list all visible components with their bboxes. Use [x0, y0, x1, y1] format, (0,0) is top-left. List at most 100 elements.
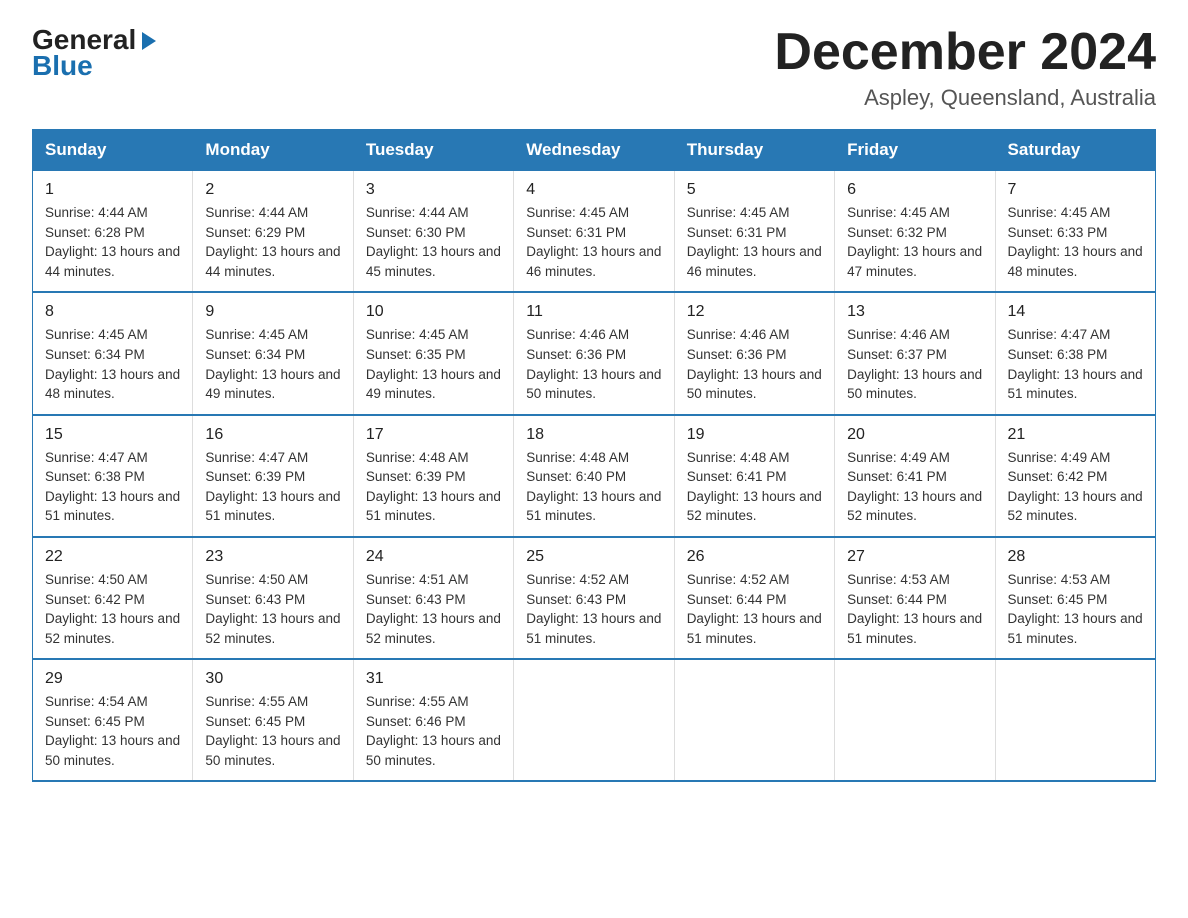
day-number: 10	[366, 303, 503, 321]
day-number: 21	[1008, 426, 1145, 444]
day-cell: 18Sunrise: 4:48 AMSunset: 6:40 PMDayligh…	[514, 415, 674, 537]
day-cell: 13 Sunrise: 4:46 AMSunset: 6:37 PMDayligh…	[835, 292, 995, 414]
day-info: Sunrise: 4:47 AMSunset: 6:38 PMDaylight:…	[45, 450, 180, 524]
day-number: 30	[205, 670, 342, 688]
header-cell-sunday: Sunday	[33, 130, 193, 171]
header-cell-tuesday: Tuesday	[353, 130, 513, 171]
day-info: Sunrise: 4:51 AMSunset: 6:43 PMDaylight:…	[366, 572, 501, 646]
day-cell: 19 Sunrise: 4:48 AMSunset: 6:41 PMDayligh…	[674, 415, 834, 537]
day-info: Sunrise: 4:48 AMSunset: 6:41 PMDaylight:…	[687, 450, 822, 524]
day-cell: 29 Sunrise: 4:54 AMSunset: 6:45 PMDayligh…	[33, 659, 193, 781]
day-number: 11	[526, 303, 663, 321]
calendar-body: 1 Sunrise: 4:44 AMSunset: 6:28 PMDaylight…	[33, 171, 1156, 782]
day-number: 2	[205, 181, 342, 199]
day-info: Sunrise: 4:45 AMSunset: 6:34 PMDaylight:…	[205, 327, 340, 401]
day-cell: 28Sunrise: 4:53 AMSunset: 6:45 PMDayligh…	[995, 537, 1155, 659]
day-info: Sunrise: 4:54 AMSunset: 6:45 PMDaylight:…	[45, 694, 180, 768]
week-row-1: 1 Sunrise: 4:44 AMSunset: 6:28 PMDaylight…	[33, 171, 1156, 293]
day-info: Sunrise: 4:45 AMSunset: 6:34 PMDaylight:…	[45, 327, 180, 401]
day-info: Sunrise: 4:52 AMSunset: 6:44 PMDaylight:…	[687, 572, 822, 646]
day-cell: 4Sunrise: 4:45 AMSunset: 6:31 PMDaylight…	[514, 171, 674, 293]
day-cell: 11Sunrise: 4:46 AMSunset: 6:36 PMDayligh…	[514, 292, 674, 414]
day-info: Sunrise: 4:46 AMSunset: 6:37 PMDaylight:…	[847, 327, 982, 401]
day-info: Sunrise: 4:48 AMSunset: 6:40 PMDaylight:…	[526, 450, 661, 524]
day-cell: 17Sunrise: 4:48 AMSunset: 6:39 PMDayligh…	[353, 415, 513, 537]
calendar-table: SundayMondayTuesdayWednesdayThursdayFrid…	[32, 129, 1156, 782]
day-number: 31	[366, 670, 503, 688]
month-title: December 2024	[774, 24, 1156, 81]
day-number: 6	[847, 181, 984, 199]
day-info: Sunrise: 4:55 AMSunset: 6:46 PMDaylight:…	[366, 694, 501, 768]
header: General Blue December 2024 Aspley, Queen…	[32, 24, 1156, 111]
day-cell: 2 Sunrise: 4:44 AMSunset: 6:29 PMDaylight…	[193, 171, 353, 293]
day-number: 29	[45, 670, 182, 688]
day-info: Sunrise: 4:53 AMSunset: 6:45 PMDaylight:…	[1008, 572, 1143, 646]
day-cell: 12Sunrise: 4:46 AMSunset: 6:36 PMDayligh…	[674, 292, 834, 414]
day-number: 5	[687, 181, 824, 199]
day-number: 7	[1008, 181, 1145, 199]
day-info: Sunrise: 4:50 AMSunset: 6:42 PMDaylight:…	[45, 572, 180, 646]
day-number: 24	[366, 548, 503, 566]
day-info: Sunrise: 4:49 AMSunset: 6:41 PMDaylight:…	[847, 450, 982, 524]
header-cell-friday: Friday	[835, 130, 995, 171]
day-cell: 25Sunrise: 4:52 AMSunset: 6:43 PMDayligh…	[514, 537, 674, 659]
header-cell-monday: Monday	[193, 130, 353, 171]
day-number: 26	[687, 548, 824, 566]
day-number: 14	[1008, 303, 1145, 321]
day-info: Sunrise: 4:45 AMSunset: 6:35 PMDaylight:…	[366, 327, 501, 401]
day-cell: 21Sunrise: 4:49 AMSunset: 6:42 PMDayligh…	[995, 415, 1155, 537]
day-cell	[835, 659, 995, 781]
day-number: 20	[847, 426, 984, 444]
day-cell: 9 Sunrise: 4:45 AMSunset: 6:34 PMDaylight…	[193, 292, 353, 414]
day-cell: 20 Sunrise: 4:49 AMSunset: 6:41 PMDayligh…	[835, 415, 995, 537]
day-cell: 5 Sunrise: 4:45 AMSunset: 6:31 PMDaylight…	[674, 171, 834, 293]
day-number: 9	[205, 303, 342, 321]
day-info: Sunrise: 4:44 AMSunset: 6:29 PMDaylight:…	[205, 205, 340, 279]
day-cell: 7 Sunrise: 4:45 AMSunset: 6:33 PMDaylight…	[995, 171, 1155, 293]
day-info: Sunrise: 4:45 AMSunset: 6:32 PMDaylight:…	[847, 205, 982, 279]
day-cell: 3 Sunrise: 4:44 AMSunset: 6:30 PMDaylight…	[353, 171, 513, 293]
day-cell	[514, 659, 674, 781]
day-cell: 30 Sunrise: 4:55 AMSunset: 6:45 PMDayligh…	[193, 659, 353, 781]
day-cell: 27 Sunrise: 4:53 AMSunset: 6:44 PMDayligh…	[835, 537, 995, 659]
location-title: Aspley, Queensland, Australia	[774, 85, 1156, 111]
day-info: Sunrise: 4:53 AMSunset: 6:44 PMDaylight:…	[847, 572, 982, 646]
day-info: Sunrise: 4:46 AMSunset: 6:36 PMDaylight:…	[687, 327, 822, 401]
day-number: 17	[366, 426, 503, 444]
day-cell	[674, 659, 834, 781]
title-area: December 2024 Aspley, Queensland, Austra…	[774, 24, 1156, 111]
header-cell-saturday: Saturday	[995, 130, 1155, 171]
day-number: 27	[847, 548, 984, 566]
day-cell: 15 Sunrise: 4:47 AMSunset: 6:38 PMDayligh…	[33, 415, 193, 537]
day-info: Sunrise: 4:47 AMSunset: 6:38 PMDaylight:…	[1008, 327, 1143, 401]
day-number: 25	[526, 548, 663, 566]
day-number: 22	[45, 548, 182, 566]
day-number: 8	[45, 303, 182, 321]
day-info: Sunrise: 4:55 AMSunset: 6:45 PMDaylight:…	[205, 694, 340, 768]
day-cell: 31 Sunrise: 4:55 AMSunset: 6:46 PMDayligh…	[353, 659, 513, 781]
week-row-3: 15 Sunrise: 4:47 AMSunset: 6:38 PMDayligh…	[33, 415, 1156, 537]
day-number: 16	[205, 426, 342, 444]
day-number: 1	[45, 181, 182, 199]
day-info: Sunrise: 4:45 AMSunset: 6:31 PMDaylight:…	[526, 205, 661, 279]
header-cell-thursday: Thursday	[674, 130, 834, 171]
day-info: Sunrise: 4:45 AMSunset: 6:33 PMDaylight:…	[1008, 205, 1143, 279]
day-info: Sunrise: 4:44 AMSunset: 6:30 PMDaylight:…	[366, 205, 501, 279]
day-number: 3	[366, 181, 503, 199]
day-number: 13	[847, 303, 984, 321]
day-cell: 1 Sunrise: 4:44 AMSunset: 6:28 PMDaylight…	[33, 171, 193, 293]
day-info: Sunrise: 4:44 AMSunset: 6:28 PMDaylight:…	[45, 205, 180, 279]
day-number: 23	[205, 548, 342, 566]
day-info: Sunrise: 4:45 AMSunset: 6:31 PMDaylight:…	[687, 205, 822, 279]
day-info: Sunrise: 4:47 AMSunset: 6:39 PMDaylight:…	[205, 450, 340, 524]
calendar-header: SundayMondayTuesdayWednesdayThursdayFrid…	[33, 130, 1156, 171]
week-row-5: 29 Sunrise: 4:54 AMSunset: 6:45 PMDayligh…	[33, 659, 1156, 781]
week-row-4: 22 Sunrise: 4:50 AMSunset: 6:42 PMDayligh…	[33, 537, 1156, 659]
day-cell: 16 Sunrise: 4:47 AMSunset: 6:39 PMDayligh…	[193, 415, 353, 537]
day-number: 15	[45, 426, 182, 444]
day-cell: 6 Sunrise: 4:45 AMSunset: 6:32 PMDaylight…	[835, 171, 995, 293]
logo-blue: Blue	[32, 50, 93, 82]
header-cell-wednesday: Wednesday	[514, 130, 674, 171]
day-number: 19	[687, 426, 824, 444]
header-row: SundayMondayTuesdayWednesdayThursdayFrid…	[33, 130, 1156, 171]
